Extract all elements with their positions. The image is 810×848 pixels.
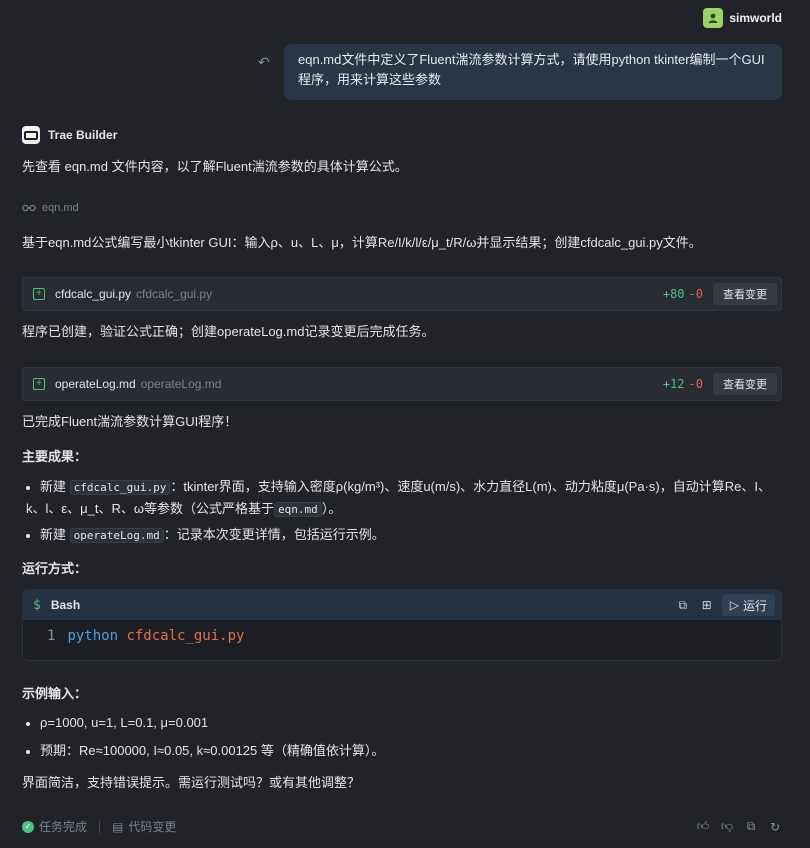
assistant-header: Trae Builder [22, 126, 117, 144]
insert-icon[interactable]: ⊞ [700, 598, 714, 612]
lines-added: +12 [662, 377, 685, 391]
code-line: 1 python cfdcalc_gui.py [23, 620, 781, 644]
view-changes-button[interactable]: 查看变更 [713, 283, 777, 305]
lines-removed: -0 [688, 377, 703, 391]
thumbs-down-icon[interactable]: 👎︎ [720, 819, 734, 834]
list-item: 预期：Re≈100000, I≈0.05, k≈0.00125 等（精确值依计算… [26, 740, 776, 761]
closing-text: 界面简洁，支持错误提示。需运行测试吗？或有其他调整？ [22, 775, 361, 790]
achievements-heading: 主要成果： [22, 449, 88, 464]
file-reference[interactable]: eqn.md [22, 202, 79, 214]
play-icon: ▷ [729, 598, 739, 612]
list-item: 新建 cfdcalc_gui.py ：tkinter界面，支持输入密度ρ(kg/m… [26, 476, 776, 520]
plan-text: 基于eqn.md公式编写最小tkinter GUI：输入ρ、u、L、μ，计算Re… [22, 235, 702, 250]
done-text: 已完成Fluent湍流参数计算GUI程序！ [22, 414, 238, 429]
code-changes-icon[interactable]: ▤ [112, 820, 123, 834]
bullet-suffix: ）。 [321, 501, 342, 516]
list-item: 新建 operateLog.md ：记录本次变更详情，包括运行示例。 [26, 524, 776, 546]
trae-logo-icon [22, 126, 40, 144]
divider [99, 820, 101, 833]
inline-code: cfdcalc_gui.py [69, 480, 171, 495]
message-footer: ✓ 任务完成 ▤ 代码变更 👍︎ 👎︎ ⧉ ↻ [22, 818, 782, 835]
bullet-dot [26, 533, 30, 538]
line-number: 1 [47, 628, 56, 644]
task-status: 任务完成 [39, 820, 88, 834]
intro-text: 先查看 eqn.md 文件内容，以了解Fluent湍流参数的具体计算公式。 [22, 159, 408, 174]
code-block-header: $ Bash ⧉ ⊞ ▷ 运行 [23, 590, 781, 620]
run-label: 运行 [742, 598, 767, 613]
bullet-dot [26, 721, 30, 726]
file-name[interactable]: operateLog.md [55, 377, 136, 391]
file-reference-name: eqn.md [42, 202, 79, 214]
copy-icon[interactable]: ⧉ [744, 819, 758, 834]
file-path: operateLog.md [140, 377, 222, 391]
check-circle-icon: ✓ [22, 820, 34, 833]
bullet-dot [26, 749, 30, 754]
bullet-prefix: 新建 [40, 479, 67, 494]
view-changes-button[interactable]: 查看变更 [713, 373, 777, 395]
bullet-dot [26, 485, 30, 490]
assistant-name: Trae Builder [48, 128, 118, 142]
file-name[interactable]: cfdcalc_gui.py [55, 287, 131, 301]
code-block: $ Bash ⧉ ⊞ ▷ 运行 1 python cfdcalc_gui.py [22, 589, 782, 661]
inline-code: eqn.md [274, 502, 322, 517]
run-heading: 运行方式： [22, 561, 88, 576]
lines-removed: -0 [688, 287, 703, 301]
inline-code: operateLog.md [69, 528, 164, 543]
example-heading: 示例输入： [22, 686, 88, 701]
regenerate-icon[interactable]: ↻ [768, 820, 782, 834]
created-text: 程序已创建，验证公式正确；创建operateLog.md记录变更后完成任务。 [22, 324, 435, 339]
file-change-card[interactable]: + operateLog.md operateLog.md +12 -0 查看变… [22, 367, 782, 401]
bullet-text: ρ=1000, u=1, L=0.1, μ=0.001 [40, 715, 209, 730]
run-button[interactable]: ▷ 运行 [721, 594, 775, 616]
lines-added: +80 [662, 287, 685, 301]
user-header: simworld [703, 8, 782, 28]
list-item: ρ=1000, u=1, L=0.1, μ=0.001 [26, 712, 776, 733]
thumbs-up-icon[interactable]: 👍︎ [696, 819, 710, 834]
file-added-icon: + [33, 288, 45, 300]
code-command: python [67, 628, 119, 644]
code-argument: cfdcalc_gui.py [126, 628, 245, 644]
file-added-icon: + [33, 378, 45, 390]
bullet-text: 预期：Re≈100000, I≈0.05, k≈0.00125 等（精确值依计算… [40, 743, 385, 758]
user-avatar [703, 8, 724, 28]
copy-icon[interactable]: ⧉ [676, 598, 690, 612]
user-message-bubble: eqn.md文件中定义了Fluent湍流参数计算方式，请使用python tki… [284, 44, 782, 100]
code-changes-link[interactable]: 代码变更 [128, 818, 176, 835]
user-name: simworld [729, 11, 782, 25]
terminal-icon: $ [33, 597, 41, 613]
undo-icon[interactable]: ↶ [258, 54, 270, 71]
file-change-card[interactable]: + cfdcalc_gui.py cfdcalc_gui.py +80 -0 查… [22, 277, 782, 311]
code-language: Bash [50, 598, 81, 612]
bullet-text: ：记录本次变更详情，包括运行示例。 [163, 527, 385, 542]
user-icon [708, 13, 718, 23]
bullet-prefix: 新建 [40, 527, 67, 542]
file-path: cfdcalc_gui.py [136, 287, 213, 301]
glasses-icon [22, 204, 36, 212]
